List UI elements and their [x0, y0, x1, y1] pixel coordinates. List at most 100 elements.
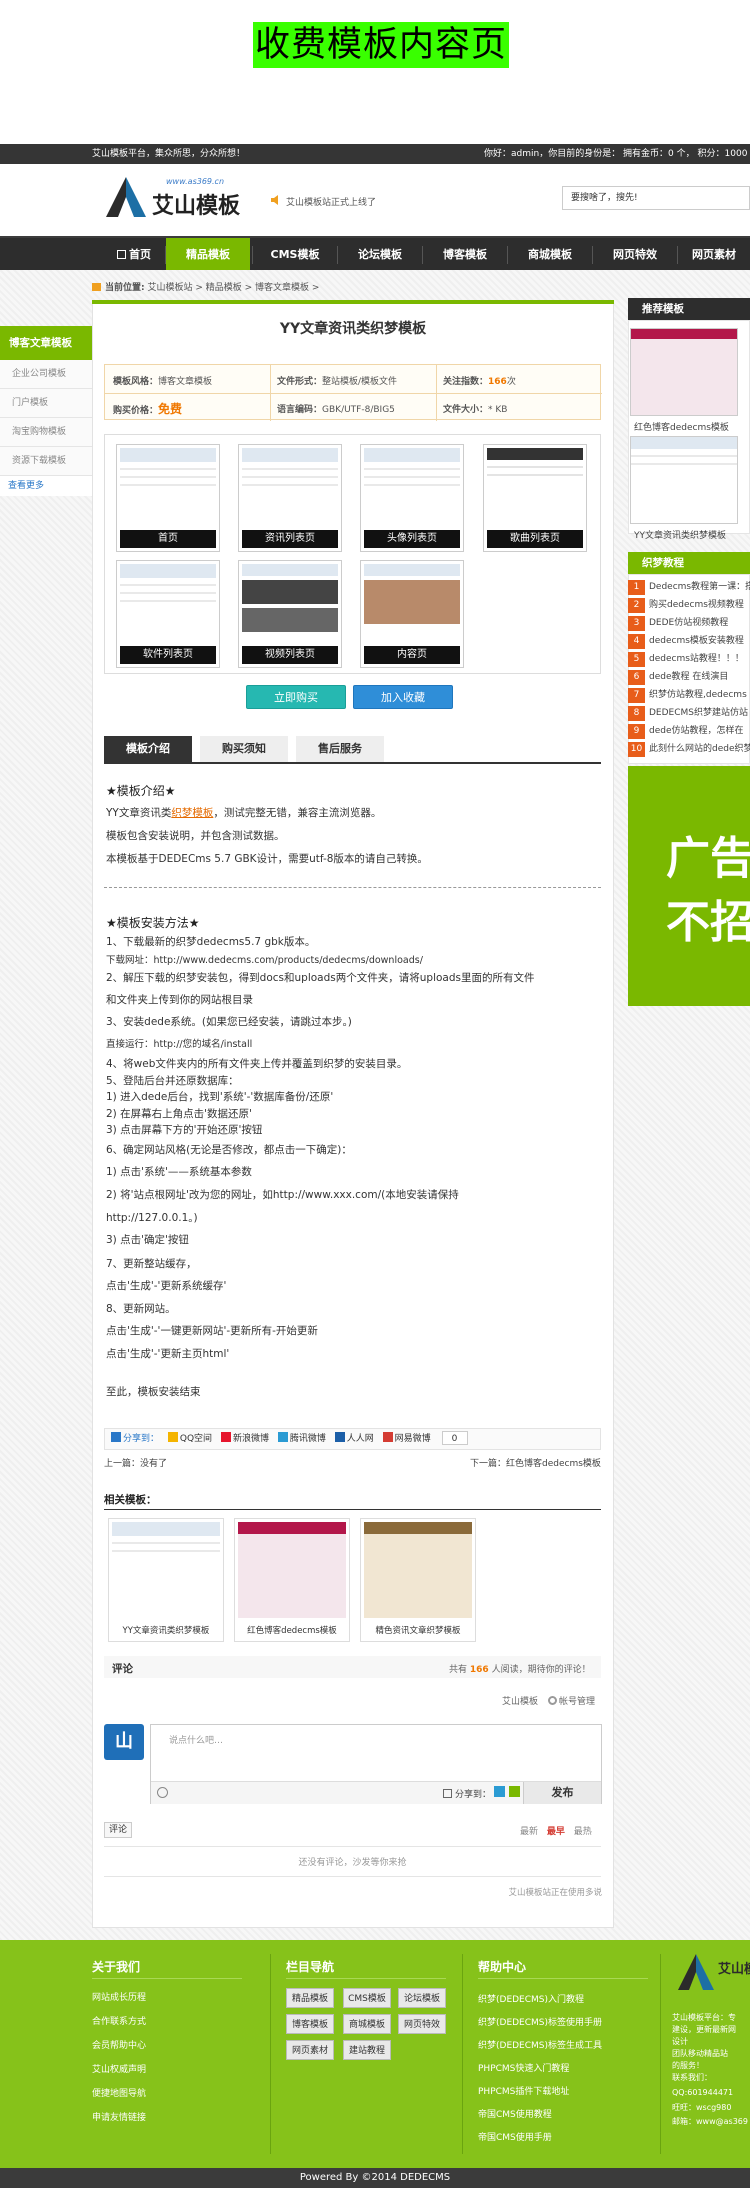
dedecms-template-link[interactable]: 织梦模板: [171, 807, 213, 819]
footer-nav-button[interactable]: 网页素材: [286, 2040, 334, 2060]
footer-wangwang[interactable]: 旺旺：wscg980: [672, 2102, 731, 2113]
comment-textarea[interactable]: 说点什么吧…: [169, 1733, 223, 1746]
breadcrumb-item[interactable]: 艾山模板站: [147, 283, 192, 293]
nav-premium-templates[interactable]: 精品模板: [166, 238, 250, 272]
footer-nav-button[interactable]: 博客模板: [286, 2014, 334, 2034]
nav-blog-templates[interactable]: 博客模板: [423, 238, 507, 272]
footer-nav-button[interactable]: 商城模板: [343, 2014, 391, 2034]
prev-article-link[interactable]: 上一篇：没有了: [104, 1456, 167, 1469]
recommend-item-label[interactable]: YY文章资讯类织梦模板: [634, 528, 726, 541]
footer-help-link[interactable]: 帝国CMS使用教程: [478, 2107, 552, 2120]
footer-about-link[interactable]: 艾山权威声明: [92, 2062, 146, 2075]
footer-help-link[interactable]: PHPCMS插件下载地址: [478, 2084, 569, 2097]
duoshuo-powered-link[interactable]: 艾山模板站正在使用多说: [460, 1886, 602, 1898]
share-tencent[interactable]: 腾讯微博: [277, 1432, 326, 1444]
sort-oldest[interactable]: 最早: [547, 1827, 565, 1837]
main-top-accent: [92, 300, 614, 304]
footer-email[interactable]: 邮箱：www@as369: [672, 2116, 748, 2127]
publish-button[interactable]: 发布: [523, 1782, 601, 1804]
thumbnail[interactable]: 头像列表页: [360, 444, 464, 552]
nav-web-assets[interactable]: 网页素材: [678, 238, 750, 272]
breadcrumb-item[interactable]: 精品模板: [206, 283, 242, 293]
next-article-link[interactable]: 下一篇：红色博客dedecms模板: [470, 1456, 601, 1469]
tab-after-sales[interactable]: 售后服务: [296, 736, 384, 762]
topbar-user-info[interactable]: 你好：admin，你目前的身份是： 拥有金币：0 个， 积分：1000: [484, 144, 747, 164]
tutorial-item[interactable]: 5 dedecms站教程！！！: [628, 651, 750, 668]
left-sidebar-item[interactable]: 企业公司模板: [0, 360, 92, 389]
footer-help-link[interactable]: 织梦(DEDECMS)标签生成工具: [478, 2038, 602, 2051]
sort-newest[interactable]: 最新: [520, 1827, 538, 1837]
footer-help-link[interactable]: 帝国CMS使用手册: [478, 2130, 552, 2143]
related-item[interactable]: 精色资讯文章织梦模板: [360, 1518, 476, 1642]
logo-icon[interactable]: [104, 175, 146, 219]
footer-about-link[interactable]: 合作联系方式: [92, 2014, 146, 2027]
footer-help-link[interactable]: 织梦(DEDECMS)入门教程: [478, 1992, 584, 2005]
footer-about-link[interactable]: 网站成长历程: [92, 1990, 146, 2003]
share-to-toggle[interactable]: 分享到：: [443, 1787, 491, 1800]
tutorial-item[interactable]: 1 Dedecms教程第一课：搭: [628, 579, 750, 596]
footer-nav-button[interactable]: 建站教程: [343, 2040, 391, 2060]
nav-web-effects[interactable]: 网页特效: [593, 238, 677, 272]
add-favorite-button[interactable]: 加入收藏: [353, 685, 453, 709]
recommend-thumb[interactable]: [630, 436, 738, 524]
tutorial-item[interactable]: 2 购买dedecms视频教程: [628, 597, 750, 614]
footer-nav-button[interactable]: 网页特效: [398, 2014, 446, 2034]
tutorial-item[interactable]: 6 dede教程 在线演目: [628, 669, 750, 686]
logo-text[interactable]: 艾山模板: [152, 188, 240, 220]
nav-cms-templates[interactable]: CMS模板: [253, 238, 337, 272]
related-item[interactable]: YY文章资讯类织梦模板: [108, 1518, 224, 1642]
thumbnail[interactable]: 歌曲列表页: [483, 444, 587, 552]
footer-nav-button[interactable]: 精品模板: [286, 1988, 334, 2008]
qzone-icon[interactable]: [509, 1786, 520, 1797]
left-sidebar-item[interactable]: 淘宝购物模板: [0, 418, 92, 447]
footer-about-link[interactable]: 便捷地图导航: [92, 2086, 146, 2099]
nav-forum-templates[interactable]: 论坛模板: [338, 238, 422, 272]
related-item[interactable]: 红色博客dedecms模板: [234, 1518, 350, 1642]
breadcrumb-item[interactable]: 博客文章模板: [255, 283, 309, 293]
tutorial-item[interactable]: 7 织梦仿站教程,dedecms: [628, 687, 750, 704]
footer-nav-button[interactable]: 论坛模板: [398, 1988, 446, 2008]
thumbnail[interactable]: 资讯列表页: [238, 444, 342, 552]
footer-nav-button[interactable]: CMS模板: [343, 1988, 391, 2008]
tab-template-intro[interactable]: 模板介绍: [104, 736, 192, 762]
share-sina[interactable]: 新浪微博: [220, 1432, 269, 1444]
footer-help-link[interactable]: 织梦(DEDECMS)标签使用手册: [478, 2015, 602, 2028]
tutorial-item[interactable]: 4 dedecms模板安装教程: [628, 633, 750, 650]
comment-site-name[interactable]: 艾山模板: [502, 1694, 538, 1707]
thumbnail[interactable]: 首页: [116, 444, 220, 552]
tutorial-item[interactable]: 9 dede仿站教程，怎样在: [628, 723, 750, 740]
left-sidebar-more[interactable]: 查看更多: [0, 476, 92, 496]
emoji-icon[interactable]: [157, 1787, 168, 1798]
ad-banner[interactable]: 广告 不招: [628, 766, 750, 1006]
footer-about-link[interactable]: 会员帮助中心: [92, 2038, 146, 2051]
left-sidebar-item[interactable]: 门户模板: [0, 389, 92, 418]
thumbnail[interactable]: 视频列表页: [238, 560, 342, 668]
footer-qq[interactable]: QQ:601944471: [672, 2088, 733, 2097]
share-renren[interactable]: 人人网: [334, 1432, 374, 1444]
tutorial-item[interactable]: 3 DEDE仿站视频教程: [628, 615, 750, 632]
thumbnail[interactable]: 软件列表页: [116, 560, 220, 668]
recommend-item-label[interactable]: 红色博客dedecms模板: [634, 420, 729, 433]
share-netease[interactable]: 网易微博: [382, 1432, 431, 1444]
header-notice[interactable]: 艾山模板站正式上线了: [286, 195, 376, 208]
buy-now-button[interactable]: 立即购买: [246, 685, 346, 709]
tutorial-item[interactable]: 10 此刻什么网站的dede织梦: [628, 741, 750, 758]
footer-about-link[interactable]: 申请友情链接: [92, 2110, 146, 2123]
account-manage-link[interactable]: 帐号管理: [548, 1694, 595, 1707]
recommend-thumb[interactable]: [630, 328, 738, 416]
tab-purchase-notes[interactable]: 购买须知: [200, 736, 288, 762]
share-qzone[interactable]: QQ空间: [167, 1432, 212, 1444]
footer-logo-icon[interactable]: [676, 1952, 716, 1992]
footer-help-link[interactable]: PHPCMS快速入门教程: [478, 2061, 569, 2074]
nav-shop-templates[interactable]: 商城模板: [508, 238, 592, 272]
search-input[interactable]: 要搜啥了，搜先!: [562, 186, 750, 210]
nav-home[interactable]: 首页: [92, 238, 176, 272]
left-sidebar-item[interactable]: 资源下载模板: [0, 447, 92, 476]
tencent-weibo-icon[interactable]: [494, 1786, 505, 1797]
thumbnail[interactable]: 内容页: [360, 560, 464, 668]
comment-count-tag[interactable]: 评论: [104, 1822, 132, 1838]
sort-hottest[interactable]: 最热: [574, 1827, 592, 1837]
tutorial-item[interactable]: 8 DEDECMS织梦建站仿站: [628, 705, 750, 722]
avatar[interactable]: 山: [104, 1724, 144, 1760]
speaker-icon: [270, 194, 282, 206]
